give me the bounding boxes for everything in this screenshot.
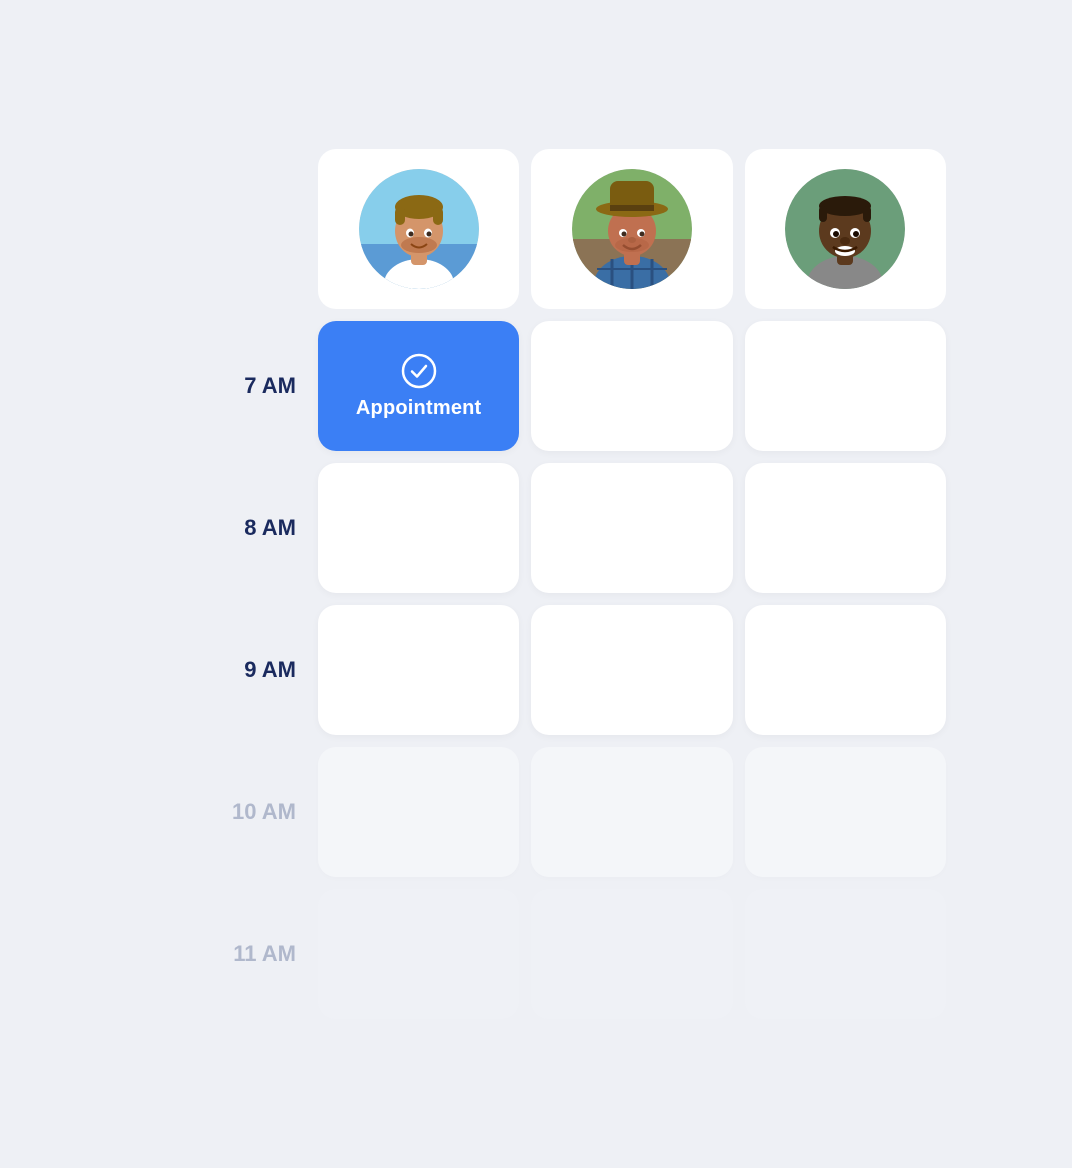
slot-7am-p2[interactable] <box>531 321 732 451</box>
slot-9am-p2[interactable] <box>531 605 732 735</box>
slot-8am-p1[interactable] <box>318 463 519 593</box>
time-label-10am: 10 AM <box>126 747 306 877</box>
appointment-label: Appointment <box>356 397 482 420</box>
avatar-2 <box>572 169 692 289</box>
slot-11am-p2[interactable] <box>531 889 732 1019</box>
time-label-7am: 7 AM <box>126 321 306 451</box>
slot-10am-p2[interactable] <box>531 747 732 877</box>
slot-11am-p3[interactable] <box>745 889 946 1019</box>
time-label-11am: 11 AM <box>126 889 306 1019</box>
slot-9am-p1[interactable] <box>318 605 519 735</box>
header-person-1 <box>318 149 519 309</box>
time-label-8am: 8 AM <box>126 463 306 593</box>
slot-11am-p1[interactable] <box>318 889 519 1019</box>
header-person-2 <box>531 149 732 309</box>
slot-10am-p3[interactable] <box>745 747 946 877</box>
appointment-slot-7am-p1[interactable]: Appointment <box>318 321 519 451</box>
calendar-container: 7 AM Appointment 8 AM 9 AM 10 AM <box>86 109 986 1059</box>
calendar-grid: 7 AM Appointment 8 AM 9 AM 10 AM <box>126 149 946 1019</box>
slot-8am-p2[interactable] <box>531 463 732 593</box>
slot-7am-p3[interactable] <box>745 321 946 451</box>
header-empty <box>126 149 306 309</box>
header-person-3 <box>745 149 946 309</box>
avatar-3 <box>785 169 905 289</box>
check-circle-icon <box>401 353 437 389</box>
time-label-9am: 9 AM <box>126 605 306 735</box>
avatar-1 <box>359 169 479 289</box>
slot-9am-p3[interactable] <box>745 605 946 735</box>
slot-8am-p3[interactable] <box>745 463 946 593</box>
slot-10am-p1[interactable] <box>318 747 519 877</box>
